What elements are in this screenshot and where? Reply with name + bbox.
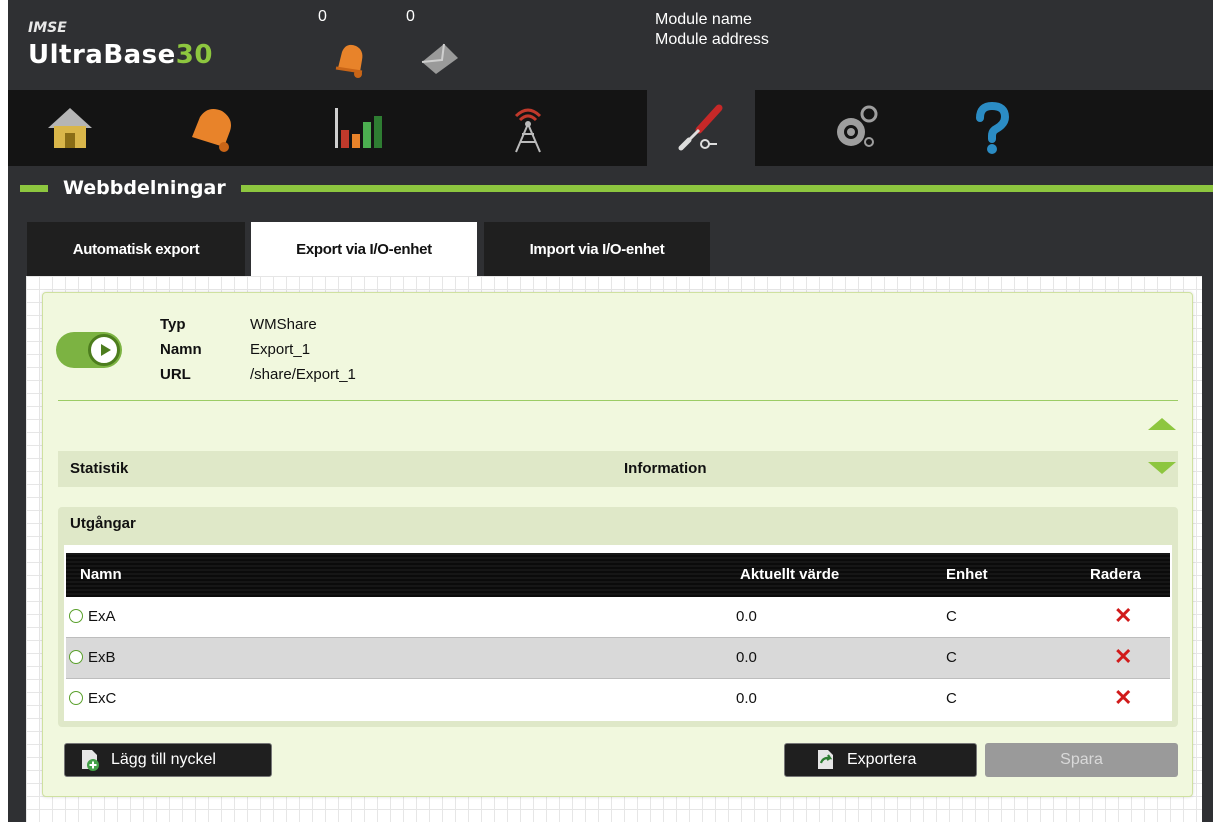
section-title: Webbdelningar bbox=[63, 177, 226, 199]
collapse-arrow-icon[interactable] bbox=[1148, 418, 1176, 430]
add-key-label: Lägg till nyckel bbox=[111, 751, 216, 768]
brand-company: IMSE bbox=[28, 20, 67, 36]
main-nav bbox=[8, 90, 1213, 166]
module-info: Module name Module address bbox=[655, 10, 769, 50]
envelope-icon[interactable] bbox=[418, 38, 462, 78]
type-label: Typ bbox=[160, 316, 186, 333]
panel-divider bbox=[58, 400, 1178, 401]
section-header: Webbdelningar bbox=[8, 166, 1213, 210]
add-document-icon bbox=[82, 750, 99, 771]
alarm-bell-icon[interactable] bbox=[330, 38, 372, 78]
row-value: 0.0 bbox=[736, 649, 757, 666]
expand-arrow-icon[interactable] bbox=[1148, 462, 1176, 474]
nav-statistics[interactable] bbox=[304, 90, 412, 166]
settings-gears-icon bbox=[837, 105, 878, 147]
information-label: Information bbox=[624, 460, 707, 477]
url-label: URL bbox=[160, 366, 191, 383]
col-value[interactable]: Aktuellt värde bbox=[740, 566, 839, 583]
nav-communication[interactable] bbox=[474, 90, 582, 166]
tab-export-via-io[interactable]: Export via I/O-enhet bbox=[251, 222, 477, 276]
save-button[interactable]: Spara bbox=[985, 743, 1178, 777]
delete-icon[interactable]: ✕ bbox=[1114, 685, 1132, 711]
row-unit: C bbox=[946, 690, 957, 707]
col-delete[interactable]: Radera bbox=[1090, 566, 1141, 583]
module-address: Module address bbox=[655, 31, 769, 48]
export-document-icon bbox=[818, 750, 833, 769]
bar-chart-icon bbox=[335, 108, 382, 148]
export-label: Exportera bbox=[847, 751, 917, 768]
col-name[interactable]: Namn bbox=[80, 566, 122, 583]
col-unit[interactable]: Enhet bbox=[946, 566, 988, 583]
row-name: ExB bbox=[88, 649, 116, 666]
table-row[interactable]: ExA 0.0 C ✕ bbox=[66, 597, 1170, 637]
row-name: ExA bbox=[88, 608, 116, 625]
play-icon bbox=[88, 334, 120, 366]
table-row[interactable]: ExC 0.0 C ✕ bbox=[66, 679, 1170, 719]
brand-name: UltraBase bbox=[28, 40, 176, 70]
nav-tools[interactable] bbox=[647, 90, 755, 166]
export-button[interactable]: Exportera bbox=[784, 743, 977, 777]
url-value: /share/Export_1 bbox=[250, 366, 356, 383]
row-radio[interactable] bbox=[69, 691, 83, 705]
home-icon bbox=[48, 108, 92, 148]
table-header: Namn Aktuellt värde Enhet Radera bbox=[66, 553, 1170, 597]
module-name: Module name bbox=[655, 11, 752, 28]
section-accent-right bbox=[241, 185, 1213, 192]
name-value: Export_1 bbox=[250, 341, 311, 358]
alarm-bell-icon bbox=[192, 109, 231, 152]
row-value: 0.0 bbox=[736, 608, 757, 625]
help-icon bbox=[976, 102, 1010, 154]
tab-import-via-io[interactable]: Import via I/O-enhet bbox=[484, 222, 710, 276]
nav-home[interactable] bbox=[16, 90, 124, 166]
row-value: 0.0 bbox=[736, 690, 757, 707]
section-accent-left bbox=[20, 185, 48, 192]
antenna-tower-icon bbox=[514, 108, 542, 153]
brand-number: 30 bbox=[175, 40, 213, 70]
statistics-bar[interactable]: Statistik Information bbox=[58, 451, 1178, 487]
table-row[interactable]: ExB 0.0 C ✕ bbox=[66, 638, 1170, 678]
delete-icon[interactable]: ✕ bbox=[1114, 603, 1132, 629]
nav-settings[interactable] bbox=[801, 90, 909, 166]
tools-icon bbox=[678, 104, 723, 151]
tab-automatisk-export[interactable]: Automatisk export bbox=[27, 222, 245, 276]
message-count: 0 bbox=[406, 8, 415, 25]
add-key-button[interactable]: Lägg till nyckel bbox=[64, 743, 272, 777]
nav-help[interactable] bbox=[938, 90, 1046, 166]
row-unit: C bbox=[946, 649, 957, 666]
row-name: ExC bbox=[88, 690, 117, 707]
name-label: Namn bbox=[160, 341, 202, 358]
share-enable-toggle[interactable] bbox=[56, 332, 122, 368]
brand-logo: UltraBase30 bbox=[28, 40, 213, 70]
row-unit: C bbox=[946, 608, 957, 625]
row-radio[interactable] bbox=[69, 650, 83, 664]
nav-alarms[interactable] bbox=[158, 90, 266, 166]
app-header: IMSE UltraBase30 0 0 Module name Module … bbox=[8, 0, 1213, 90]
delete-icon[interactable]: ✕ bbox=[1114, 644, 1132, 670]
statistics-label: Statistik bbox=[70, 460, 129, 477]
type-value: WMShare bbox=[250, 316, 317, 333]
outputs-title: Utgångar bbox=[70, 515, 136, 532]
alarm-count: 0 bbox=[318, 8, 327, 25]
row-radio[interactable] bbox=[69, 609, 83, 623]
